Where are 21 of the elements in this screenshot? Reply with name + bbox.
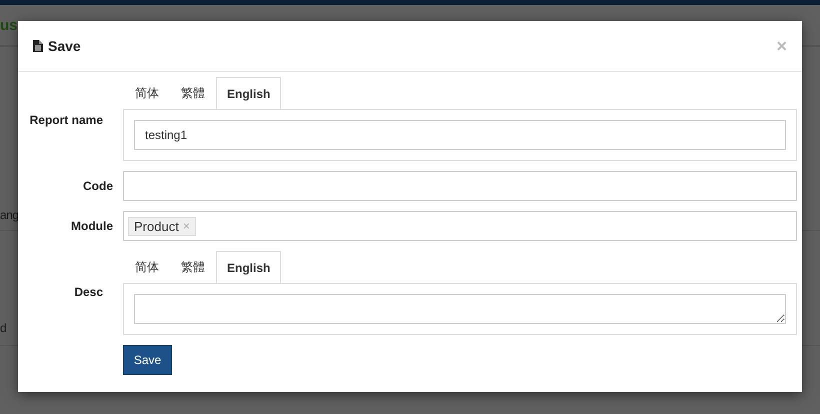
language-tab[interactable]: 繁體 <box>170 251 216 283</box>
language-tab[interactable]: 简体 <box>124 251 170 283</box>
field-label: Code <box>82 178 113 195</box>
tag-label: Product <box>134 218 179 234</box>
field-label: Desc <box>74 285 103 299</box>
field-label: Report name <box>30 113 103 127</box>
language-tab[interactable]: 简体 <box>124 77 170 109</box>
document-icon <box>33 40 43 52</box>
code-field[interactable] <box>123 171 797 201</box>
language-tab[interactable]: English <box>216 77 282 109</box>
table-cell: d <box>0 321 6 335</box>
dialog-title: Save <box>48 38 81 54</box>
table-cell: ang <box>0 208 19 222</box>
language-tab[interactable]: 繁體 <box>170 77 216 109</box>
field-label: Module <box>70 218 113 235</box>
module-field[interactable]: Product × <box>123 211 797 241</box>
language-tab[interactable]: English <box>216 251 282 283</box>
description-field[interactable] <box>134 294 786 324</box>
save-button[interactable]: Save <box>123 345 172 375</box>
report-name-field[interactable]: testing1 <box>134 120 786 150</box>
page-heading: us <box>0 16 18 34</box>
